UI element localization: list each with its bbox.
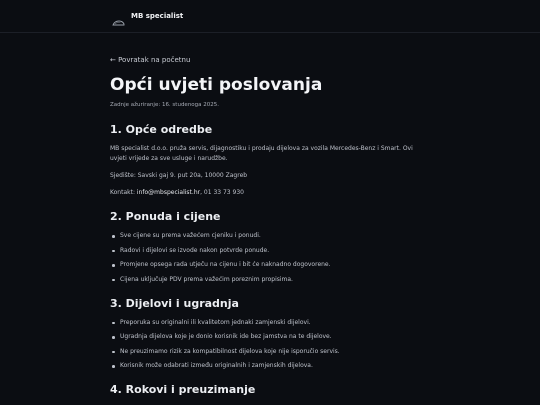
- top-navigation-bar: MB specialist: [0, 0, 540, 33]
- offer-list: Sve cijene su prema važećem cjeniku i po…: [110, 231, 430, 285]
- list-item-text: Korisnik može odabrati između originalni…: [120, 362, 313, 369]
- list-item: Sve cijene su prema važećem cjeniku i po…: [110, 231, 430, 241]
- bullet-icon: [112, 350, 115, 353]
- list-item-text: Ne preuzimamo rizik za kompatibilnost di…: [120, 347, 340, 355]
- bullet-icon: [112, 365, 115, 368]
- list-item: Radovi i dijelovi se izvode nakon potvrd…: [110, 246, 430, 256]
- section-heading: 2. Ponuda i cijene: [110, 210, 221, 223]
- parts-list: Preporuka su originalni ili kvalitetom j…: [110, 318, 430, 372]
- car-silhouette-icon[interactable]: [112, 12, 125, 26]
- section-heading: 1. Opće odredbe: [110, 123, 213, 136]
- list-item: Ne preuzimamo rizik za kompatibilnost di…: [110, 347, 430, 357]
- section-offer-and-prices: 2. Ponuda i cijene Sve cijene su prema v…: [110, 210, 430, 285]
- terms-content: ← Povratak na početnu Opći uvjeti poslov…: [110, 55, 430, 397]
- last-updated-date: Zadnje ažuriranje: 16. studenoga 2025.: [110, 102, 220, 108]
- list-item: Ugradnja dijelova koje je donio korisnik…: [110, 332, 430, 342]
- company-address: Sjedište: Savski gaj 9. put 20a, 10000 Z…: [110, 172, 248, 179]
- contact-label: Kontakt:: [110, 189, 135, 196]
- list-item-text: Promjene opsega rada utječu na cijenu i …: [120, 261, 331, 268]
- bullet-icon: [112, 321, 115, 324]
- list-item-text: Ugradnja dijelova koje je donio korisnik…: [120, 333, 332, 340]
- bullet-icon: [112, 249, 115, 252]
- list-item: Preporuka su originalni ili kvalitetom j…: [110, 318, 430, 328]
- section-general-provisions: 1. Opće odredbe MB specialist d.o.o. pru…: [110, 123, 430, 198]
- page-title: Opći uvjeti poslovanja: [110, 75, 323, 95]
- list-item: Promjene opsega rada utječu na cijenu i …: [110, 260, 430, 270]
- section-parts-and-installation: 3. Dijelovi i ugradnja Preporuka su orig…: [110, 297, 430, 372]
- list-item-text: Preporuka su originalni ili kvalitetom j…: [120, 318, 311, 326]
- list-item: Cijena uključuje PDV prema važećim porez…: [110, 275, 430, 285]
- bullet-icon: [112, 264, 115, 267]
- section-deadlines-and-pickup: 4. Rokovi i preuzimanje: [110, 383, 430, 397]
- list-item-text: Radovi i dijelovi se izvode nakon potvrd…: [120, 246, 270, 254]
- list-item: Korisnik može odabrati između originalni…: [110, 361, 430, 371]
- company-description: MB specialist d.o.o. pruža servis, dijag…: [110, 145, 413, 162]
- contact-email-link[interactable]: info@mbspecialist.hr: [137, 189, 200, 196]
- brand-name[interactable]: MB specialist: [131, 12, 183, 20]
- company-contact: Kontakt: info@mbspecialist.hr, 01 33 73 …: [110, 188, 430, 198]
- back-to-home-link[interactable]: ← Povratak na početnu: [110, 55, 430, 65]
- section-heading: 3. Dijelovi i ugradnja: [110, 296, 239, 310]
- bullet-icon: [112, 235, 115, 238]
- contact-phone: , 01 33 73 930: [200, 189, 244, 196]
- list-item-text: Sve cijene su prema važećem cjeniku i po…: [120, 232, 261, 239]
- bullet-icon: [112, 278, 115, 281]
- list-item-text: Cijena uključuje PDV prema važećim porez…: [120, 275, 293, 283]
- bullet-icon: [112, 336, 115, 339]
- section-heading: 4. Rokovi i preuzimanje: [110, 383, 256, 396]
